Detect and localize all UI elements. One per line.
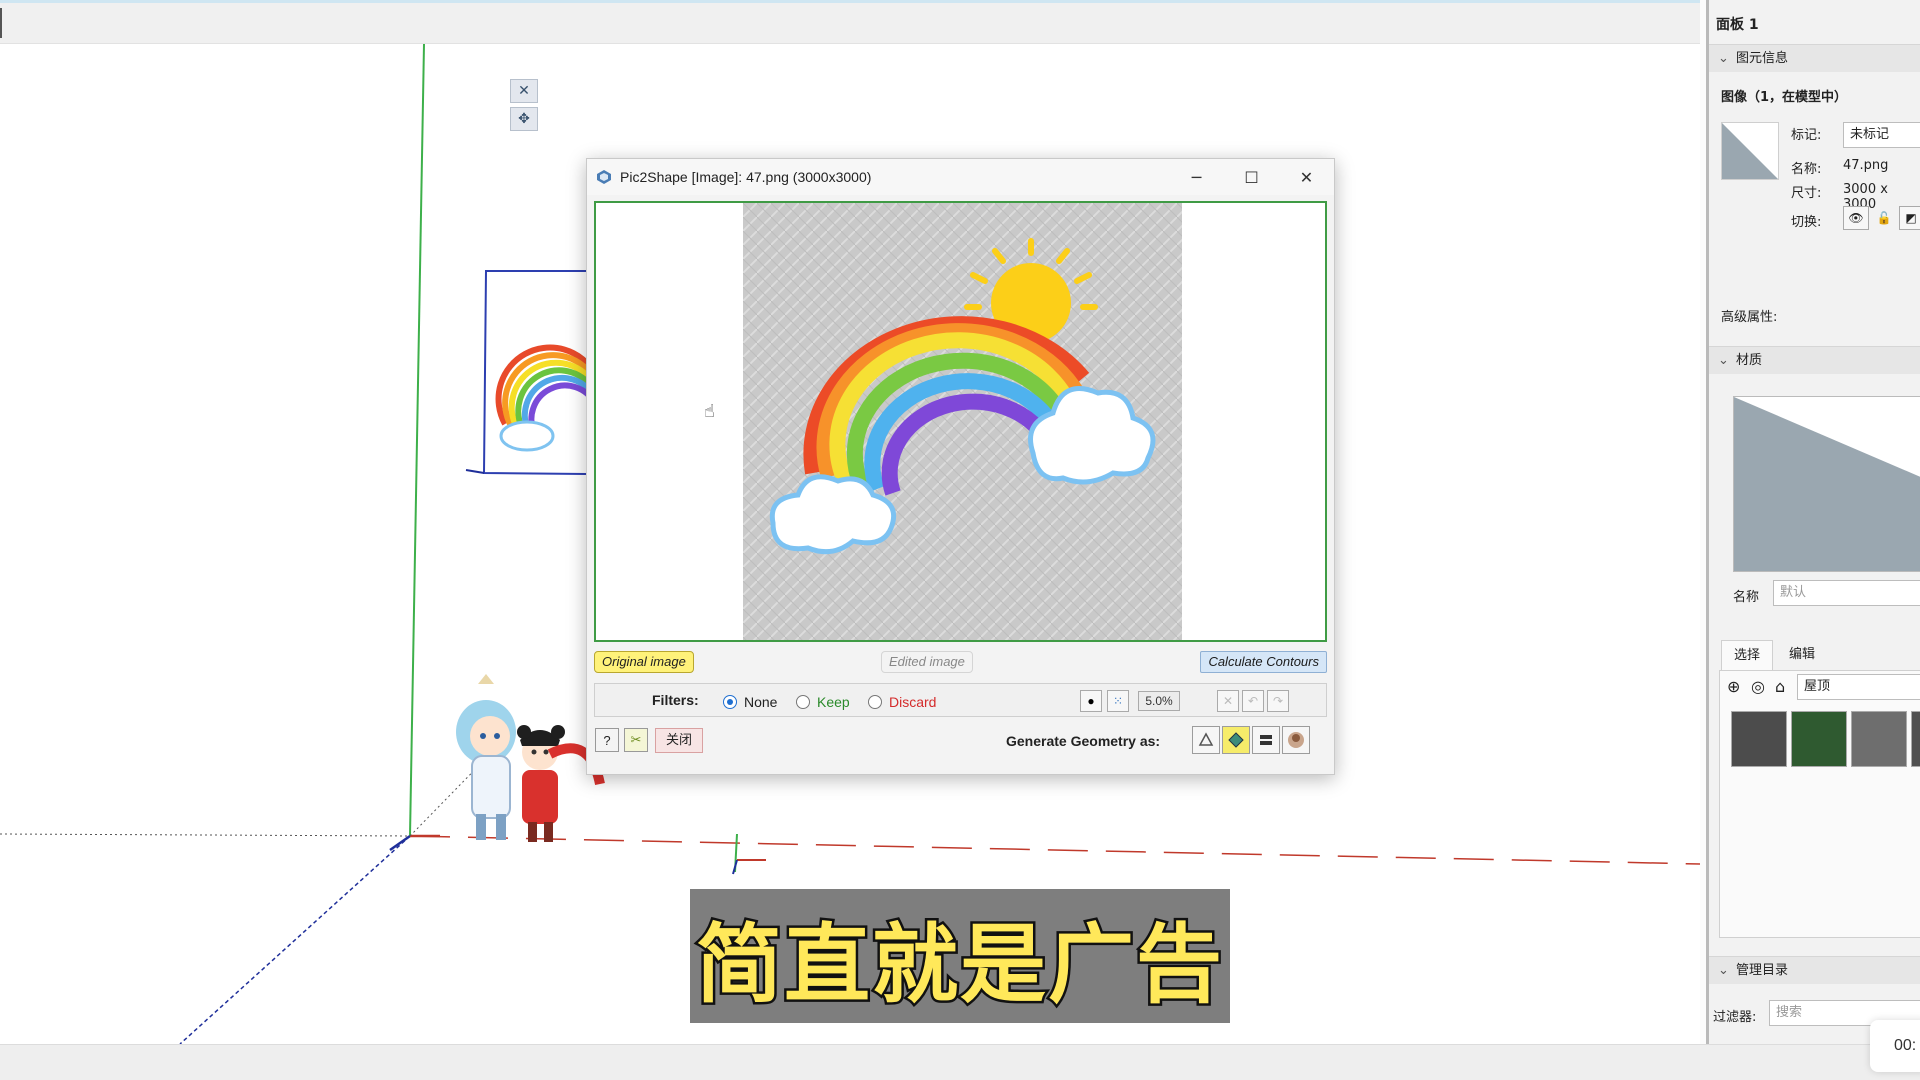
library-dropdown[interactable]: 屋顶 xyxy=(1797,674,1920,700)
status-bar xyxy=(0,1044,1920,1080)
material-name-label: 名称 xyxy=(1733,590,1760,605)
close-icon[interactable]: ✕ xyxy=(510,79,538,103)
red-axis xyxy=(409,835,1700,865)
entity-info-header[interactable]: ⌄ 图元信息 xyxy=(1709,44,1920,72)
materials-header[interactable]: ⌄ 材质 xyxy=(1709,346,1920,374)
advanced-attributes-label: 高级属性: xyxy=(1721,310,1778,325)
maximize-button[interactable]: ☐ xyxy=(1224,159,1279,195)
toggle-label: 切换: xyxy=(1791,215,1822,230)
filters-bar: Filters: None Keep Discard ● ⁙ 5.0% ✕ ↶ … xyxy=(594,683,1327,717)
tab-select[interactable]: 选择 xyxy=(1721,640,1774,670)
material-swatch[interactable] xyxy=(1911,711,1920,767)
close-button[interactable]: 关闭 xyxy=(655,728,703,753)
view-tabs: Original image Edited image Calculate Co… xyxy=(594,651,1327,675)
radio-off-icon xyxy=(796,695,810,709)
original-image-tab[interactable]: Original image xyxy=(594,651,694,673)
lock-icon[interactable]: 🔓 xyxy=(1873,206,1895,230)
material-name-input[interactable]: 默认 xyxy=(1773,580,1920,606)
default-tray-panel: 面板 1 ⌄ 图元信息 图像（1，在模型中） 标记: 未标记 名称: 47.png… xyxy=(1706,0,1920,1044)
puzzle-icon[interactable]: ✥ xyxy=(510,107,538,131)
generate-geometry-label: Generate Geometry as: xyxy=(1006,733,1161,749)
tab-edit[interactable]: 编辑 xyxy=(1777,640,1827,670)
character-sticker xyxy=(456,674,605,842)
name-label: 名称: xyxy=(1791,162,1822,177)
outline-shape-icon[interactable] xyxy=(1192,726,1220,754)
toolbar-accent-line xyxy=(0,0,1700,3)
filter-label: 过滤器: xyxy=(1713,1010,1757,1025)
redo-icon[interactable]: ↷ xyxy=(1267,690,1289,712)
hand-cursor-icon: ☝ xyxy=(704,401,715,422)
material-swatch[interactable] xyxy=(1851,711,1907,767)
image-preview xyxy=(743,203,1182,640)
green-axis xyxy=(409,44,425,837)
video-subtitle: 简直就是广告 xyxy=(690,889,1230,1023)
edited-image-tab[interactable]: Edited image xyxy=(881,651,973,673)
panel-title: 面板 1 xyxy=(1716,17,1759,33)
blue-axis xyxy=(179,835,411,1044)
top-toolbar xyxy=(0,0,1700,44)
image-canvas[interactable]: ☝ xyxy=(594,201,1327,642)
tolerance-percent[interactable]: 5.0% xyxy=(1138,691,1180,711)
dialog-titlebar[interactable]: Pic2Shape [Image]: 47.png (3000x3000) ─ … xyxy=(587,159,1334,195)
clear-icon[interactable]: ✕ xyxy=(1217,690,1239,712)
material-swatch[interactable] xyxy=(1731,711,1787,767)
chevron-down-icon: ⌄ xyxy=(1718,353,1729,368)
eye-icon[interactable]: 👁 xyxy=(1843,206,1869,230)
tools-icon[interactable]: ✂ xyxy=(624,728,648,752)
face-shape-icon[interactable] xyxy=(1222,726,1250,754)
radio-on-icon xyxy=(723,695,737,709)
subtitle-text: 简直就是广告 xyxy=(694,912,1225,1017)
dialog-title: Pic2Shape [Image]: 47.png (3000x3000) xyxy=(620,169,872,185)
pic2shape-dialog: Pic2Shape [Image]: 47.png (3000x3000) ─ … xyxy=(586,158,1335,775)
radio-off-icon xyxy=(868,695,882,709)
solid-shape-icon[interactable] xyxy=(1252,726,1280,754)
size-label: 尺寸: xyxy=(1791,186,1822,201)
blue-axis-solid xyxy=(389,834,411,852)
filter-discard-radio[interactable]: Discard xyxy=(868,694,936,710)
filter-none-radio[interactable]: None xyxy=(723,694,777,710)
tag-dropdown[interactable]: 未标记 xyxy=(1843,122,1920,148)
material-preview xyxy=(1733,396,1920,572)
toolbar-divider xyxy=(0,8,2,38)
dialog-footer: ? ✂ 关闭 Generate Geometry as: xyxy=(594,723,1327,759)
home-icon[interactable]: ⌂ xyxy=(1775,677,1785,696)
chevron-down-icon: ⌄ xyxy=(1718,51,1729,66)
recording-timer: 00: xyxy=(1870,1020,1920,1072)
image-thumbnail xyxy=(1721,122,1779,180)
dot-brush-icon[interactable]: ● xyxy=(1080,690,1102,712)
create-material-icon[interactable]: ⊕ xyxy=(1727,677,1740,696)
avatar-shape-icon[interactable] xyxy=(1282,726,1310,754)
material-swatch[interactable] xyxy=(1791,711,1847,767)
app-icon xyxy=(597,170,611,184)
entity-type: 图像（1，在模型中） xyxy=(1721,90,1848,105)
tag-label: 标记: xyxy=(1791,128,1822,143)
filter-keep-radio[interactable]: Keep xyxy=(796,694,850,710)
name-value[interactable]: 47.png xyxy=(1843,158,1888,173)
floating-toolbar: ✕ ✥ xyxy=(510,79,540,135)
sample-paint-icon[interactable]: ◎ xyxy=(1751,677,1765,696)
outliner-header[interactable]: ⌄ 管理目录 xyxy=(1709,956,1920,984)
calculate-contours-button[interactable]: Calculate Contours xyxy=(1200,651,1327,673)
undo-icon[interactable]: ↶ xyxy=(1242,690,1264,712)
minimize-button[interactable]: ─ xyxy=(1169,159,1224,195)
chevron-down-icon: ⌄ xyxy=(1718,963,1729,978)
scatter-brush-icon[interactable]: ⁙ xyxy=(1107,690,1129,712)
image-plane-corner xyxy=(465,469,485,474)
shadow-icon[interactable]: ◩ xyxy=(1899,206,1920,230)
plane-rainbow xyxy=(495,344,598,452)
red-axis-hidden xyxy=(0,833,411,837)
close-window-button[interactable]: ✕ xyxy=(1279,159,1334,195)
filters-label: Filters: xyxy=(652,692,699,708)
help-icon[interactable]: ? xyxy=(595,728,619,752)
